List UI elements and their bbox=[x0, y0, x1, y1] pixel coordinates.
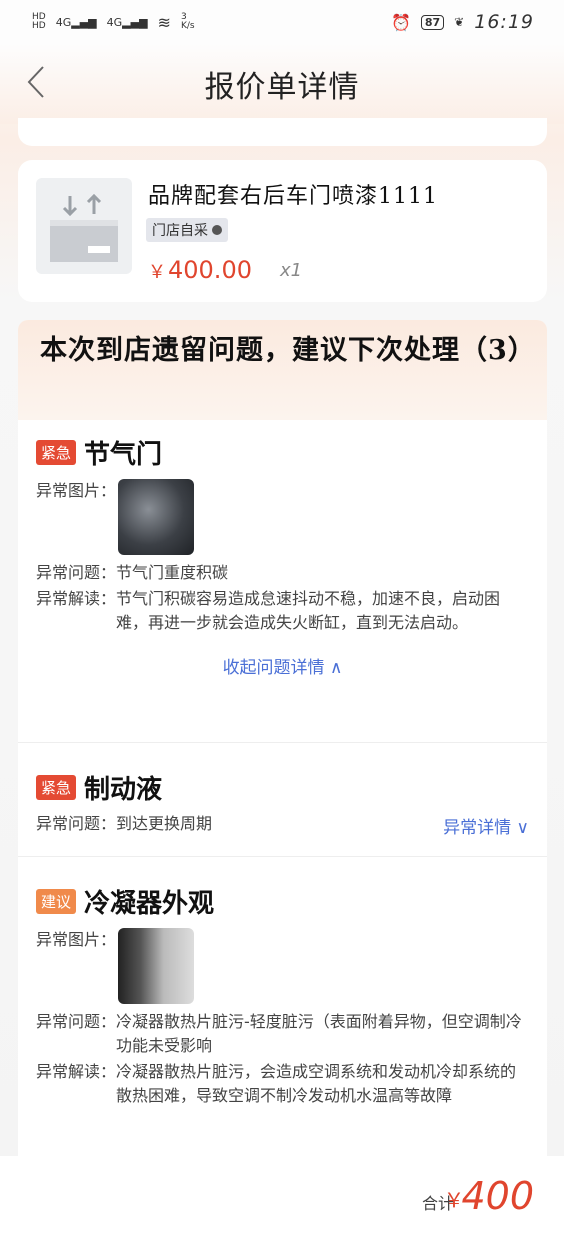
network-label-1: 4G bbox=[55, 15, 72, 29]
issue-item: 紧急 节气门 异常图片： 异常问题： 节气门重度积碳 异常解读： 节气门积碳容易… bbox=[18, 420, 547, 743]
problem-row: 异常问题： 冷凝器散热片脏污-轻度脏污（表面附着异物，但空调制冷功能未受影响 bbox=[18, 1010, 547, 1058]
total-amount: 400 bbox=[461, 1174, 534, 1218]
price-currency-symbol: ￥ bbox=[148, 262, 166, 283]
problem-text: 节气门重度积碳 bbox=[116, 563, 229, 582]
network-label-2: 4G bbox=[106, 15, 123, 29]
explain-text: 冷凝器散热片脏污，会造成空调系统和发动机冷却系统的散热困难，导致空调不制冷发动机… bbox=[116, 1062, 517, 1105]
problem-label: 异常问题： bbox=[36, 563, 117, 582]
problem-row: 异常问题： 节气门重度积碳 bbox=[18, 561, 547, 585]
hd-label-2: HD bbox=[32, 21, 46, 31]
bottom-total-bar: 合计 ￥ 400 bbox=[0, 1156, 564, 1246]
product-quantity: x1 bbox=[280, 260, 303, 281]
explain-label: 异常解读： bbox=[36, 1062, 117, 1081]
issues-title: 本次到店遗留问题，建议下次处理（3） bbox=[40, 335, 536, 366]
price-amount: 400.00 bbox=[168, 256, 252, 284]
source-tag-label: 门店自采 bbox=[152, 223, 208, 239]
problem-label: 异常问题： bbox=[36, 814, 117, 833]
urgent-badge: 紧急 bbox=[36, 440, 77, 465]
problem-text: 冷凝器散热片脏污-轻度脏污（表面附着异物，但空调制冷功能未受影响 bbox=[116, 1012, 522, 1055]
net-speed-unit: K/s bbox=[180, 21, 195, 31]
product-name: 品牌配套右后车门喷漆1111 bbox=[148, 184, 438, 209]
battery-indicator: 87 bbox=[420, 14, 445, 30]
urgent-badge: 紧急 bbox=[36, 775, 77, 800]
issue-photo[interactable] bbox=[118, 928, 195, 1004]
status-bar: HD HD 4G▂▄▆ 4G▂▄▆ ≋ 3 K/s ⏰ 87 ❦ 16:19 bbox=[0, 0, 564, 44]
issue-item: 紧急 制动液 异常问题： 到达更换周期 异常详情 ∨ bbox=[18, 743, 547, 857]
chevron-left-icon bbox=[27, 66, 44, 98]
nav-bar: 报价单详情 bbox=[0, 44, 564, 124]
explain-row: 异常解读： 节气门积碳容易造成怠速抖动不稳，加速不良，启动困难，再进一步就会造成… bbox=[18, 587, 547, 635]
issue-name: 冷凝器外观 bbox=[84, 889, 215, 919]
issue-name: 制动液 bbox=[84, 775, 163, 805]
product-card[interactable]: 品牌配套右后车门喷漆1111 门店自采 ￥400.00 x1 bbox=[18, 160, 547, 302]
issue-item: 建议 冷凝器外观 异常图片： 异常问题： 冷凝器散热片脏污-轻度脏污（表面附着异… bbox=[18, 857, 547, 1108]
suggest-badge: 建议 bbox=[36, 889, 77, 914]
source-tag[interactable]: 门店自采 bbox=[146, 218, 228, 242]
leaf-icon: ❦ bbox=[454, 15, 465, 29]
hd-indicator: HD HD bbox=[32, 13, 46, 31]
issues-card: 本次到店遗留问题，建议下次处理（3） 紧急 节气门 异常图片： 异常问题： 节气… bbox=[18, 320, 547, 1160]
status-time: 16:19 bbox=[474, 11, 534, 33]
problem-label: 异常问题： bbox=[36, 1012, 117, 1031]
product-thumbnail bbox=[36, 178, 132, 274]
explain-text: 节气门积碳容易造成怠速抖动不稳，加速不良，启动困难，再进一步就会造成失火断缸，直… bbox=[116, 589, 501, 632]
issue-head: 建议 冷凝器外观 bbox=[18, 857, 547, 920]
wifi-icon: ≋ bbox=[157, 12, 171, 32]
info-dot-icon[interactable] bbox=[212, 225, 222, 235]
alarm-icon: ⏰ bbox=[390, 12, 411, 32]
previous-card-fragment bbox=[18, 118, 547, 146]
issue-photo[interactable] bbox=[118, 479, 195, 555]
photo-row: 异常图片： bbox=[18, 479, 547, 555]
status-right: ⏰ 87 ❦ 16:19 bbox=[391, 11, 534, 33]
status-left: HD HD 4G▂▄▆ 4G▂▄▆ ≋ 3 K/s bbox=[32, 13, 195, 32]
issue-name: 节气门 bbox=[84, 440, 163, 470]
issues-header: 本次到店遗留问题，建议下次处理（3） bbox=[18, 320, 547, 420]
explain-label: 异常解读： bbox=[36, 589, 117, 608]
photo-label: 异常图片： bbox=[36, 930, 117, 949]
photo-label: 异常图片： bbox=[36, 481, 117, 500]
page-title: 报价单详情 bbox=[204, 70, 360, 105]
net-speed: 3 K/s bbox=[181, 13, 195, 31]
product-price: ￥400.00 bbox=[148, 256, 252, 284]
back-button[interactable] bbox=[16, 60, 56, 104]
box-placeholder-icon bbox=[50, 193, 118, 262]
issue-head: 紧急 节气门 bbox=[18, 420, 547, 471]
collapse-details-link[interactable]: 收起问题详情 ∧ bbox=[18, 635, 547, 700]
signal-icon-2: 4G▂▄▆ bbox=[106, 15, 148, 29]
signal-icon: 4G▂▄▆ bbox=[55, 15, 97, 29]
issue-head: 紧急 制动液 bbox=[18, 743, 547, 806]
photo-row: 异常图片： bbox=[18, 928, 547, 1004]
explain-row: 异常解读： 冷凝器散热片脏污，会造成空调系统和发动机冷却系统的散热困难，导致空调… bbox=[18, 1060, 547, 1108]
issue-detail-link[interactable]: 异常详情 ∨ bbox=[443, 813, 529, 838]
